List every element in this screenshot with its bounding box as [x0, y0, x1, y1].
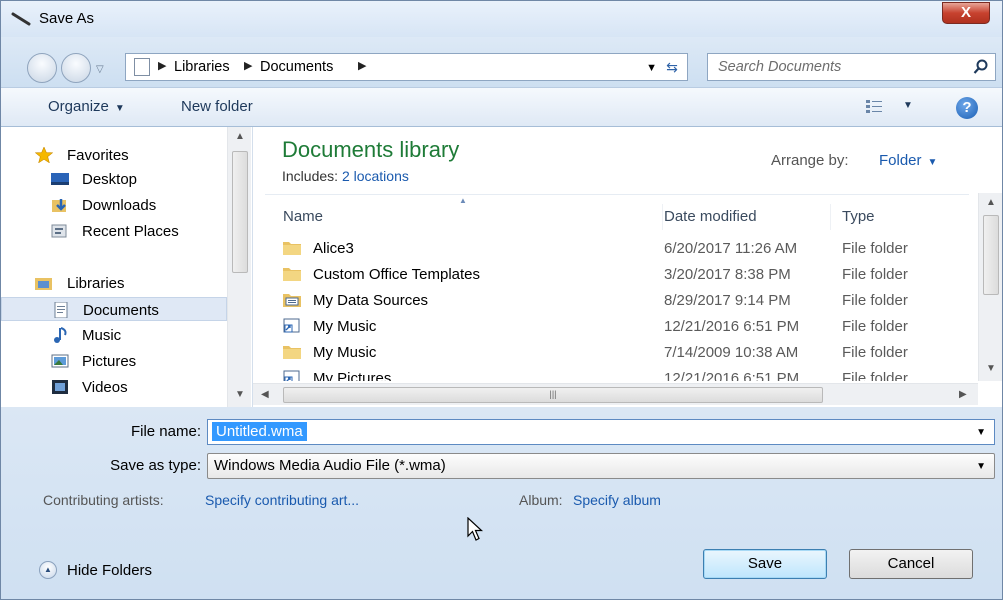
view-options-dropdown-icon[interactable]: ▼: [903, 100, 913, 111]
save-as-type-label: Save as type:: [110, 457, 201, 474]
scroll-up-arrow-icon[interactable]: ▲: [986, 197, 996, 208]
folder-icon: [283, 242, 301, 255]
mouse-cursor-icon: [467, 517, 484, 541]
file-list-pane: Documents library Includes: 2 locations …: [253, 127, 1002, 407]
column-header-type[interactable]: Type: [834, 204, 978, 230]
file-list-vertical-thumb[interactable]: [983, 215, 999, 295]
file-name-value[interactable]: Untitled.wma: [212, 422, 307, 441]
collapse-up-icon: ▲: [39, 561, 57, 579]
nav-libraries[interactable]: Libraries: [1, 271, 227, 295]
libraries-icon: [35, 278, 52, 290]
list-item[interactable]: Custom Office Templates 3/20/2017 8:38 P…: [253, 261, 977, 287]
save-button[interactable]: Save: [703, 549, 827, 579]
library-header-divider: [265, 194, 969, 195]
downloads-folder-icon: [52, 199, 66, 212]
new-folder-button[interactable]: New folder: [181, 98, 253, 115]
recent-places-icon: [51, 224, 67, 238]
desktop-icon: [51, 173, 69, 185]
save-as-type-value: Windows Media Audio File (*.wma): [214, 457, 446, 474]
save-as-type-select[interactable]: Windows Media Audio File (*.wma) ▼: [207, 453, 995, 479]
album-label: Album:: [519, 492, 563, 508]
contributing-artists-field[interactable]: Specify contributing art...: [205, 492, 359, 508]
nav-pictures[interactable]: Pictures: [1, 349, 227, 373]
list-item[interactable]: My Data Sources 8/29/2017 9:14 PM File f…: [253, 287, 977, 313]
navigation-bar: ▽ ▶ Libraries ▶ Documents ▶ ▼ ⇆ Search D…: [1, 37, 1002, 87]
column-header-date-modified[interactable]: Date modified: [656, 204, 831, 230]
list-item[interactable]: My Pictures 12/21/2016 6:51 PM File fold…: [253, 365, 977, 381]
file-list-vertical-scrollbar[interactable]: ▲ ▼: [978, 193, 1002, 381]
contributing-artists-label: Contributing artists:: [43, 492, 164, 508]
nav-downloads[interactable]: Downloads: [1, 193, 227, 217]
cancel-button[interactable]: Cancel: [849, 549, 973, 579]
navigation-pane: Favorites Desktop Downloads Recent Place…: [1, 127, 253, 407]
scroll-down-arrow-icon[interactable]: ▼: [986, 363, 996, 374]
arrange-by-dropdown[interactable]: Folder ▼: [879, 152, 937, 169]
list-item[interactable]: Alice3 6/20/2017 11:26 AM File folder: [253, 235, 977, 261]
scroll-right-arrow-icon[interactable]: ▶: [959, 389, 967, 400]
recent-locations-dropdown[interactable]: ▽: [96, 64, 108, 75]
list-item[interactable]: My Music 12/21/2016 6:51 PM File folder: [253, 313, 977, 339]
scroll-up-arrow-icon[interactable]: ▲: [235, 131, 245, 142]
shortcut-folder-icon: [283, 318, 300, 333]
nav-music[interactable]: Music: [1, 323, 227, 347]
breadcrumb-chevron-icon[interactable]: ▶: [158, 59, 166, 72]
address-dropdown-icon[interactable]: ▼: [646, 62, 657, 74]
refresh-icon[interactable]: ⇆: [661, 57, 683, 77]
folder-icon: [283, 346, 301, 359]
window-title: Save As: [39, 10, 95, 27]
library-includes: Includes: 2 locations: [282, 168, 409, 184]
documents-icon: [54, 302, 68, 318]
close-button[interactable]: X: [942, 2, 990, 24]
nav-desktop[interactable]: Desktop: [1, 167, 227, 191]
search-placeholder[interactable]: Search Documents: [718, 59, 841, 75]
star-icon: [35, 147, 53, 163]
save-as-dialog: Save As X ▽ ▶ Libraries ▶ Documents ▶ ▼ …: [0, 0, 1003, 600]
file-list-horizontal-thumb[interactable]: |||: [283, 387, 823, 403]
nav-videos[interactable]: Videos: [1, 375, 227, 399]
back-button[interactable]: [27, 53, 57, 83]
search-input[interactable]: Search Documents: [707, 53, 996, 81]
breadcrumb-libraries[interactable]: Libraries: [174, 59, 230, 75]
change-view-icon[interactable]: [865, 99, 883, 115]
address-bar[interactable]: ▶ Libraries ▶ Documents ▶ ▼ ⇆: [125, 53, 688, 81]
library-title: Documents library: [282, 137, 460, 162]
save-options-panel: File name: Untitled.wma ▼ Save as type: …: [1, 407, 1002, 599]
search-icon[interactable]: [973, 59, 989, 75]
scroll-down-arrow-icon[interactable]: ▼: [235, 389, 245, 400]
file-name-label: File name:: [130, 423, 201, 440]
scroll-left-arrow-icon[interactable]: ◀: [261, 389, 269, 400]
music-icon: [54, 327, 67, 343]
shortcut-folder-icon: [283, 370, 300, 381]
breadcrumb-chevron-icon[interactable]: ▶: [358, 59, 366, 72]
nav-favorites[interactable]: Favorites: [1, 143, 227, 167]
pen-icon: [11, 12, 31, 26]
nav-recent-places[interactable]: Recent Places: [1, 219, 227, 243]
forward-button[interactable]: [61, 53, 91, 83]
command-toolbar: Organize ▼ New folder ▼ ?: [1, 87, 1002, 127]
album-field[interactable]: Specify album: [573, 492, 661, 508]
file-list-horizontal-scrollbar[interactable]: ◀ ||| ▶: [253, 383, 978, 405]
save-as-type-dropdown-icon[interactable]: ▼: [976, 461, 986, 472]
pictures-icon: [51, 354, 69, 368]
library-location-icon: [134, 58, 150, 76]
navigation-scrollbar[interactable]: ▲ ▼: [227, 127, 251, 407]
breadcrumb-chevron-icon[interactable]: ▶: [244, 59, 252, 72]
arrange-by-label: Arrange by:: [771, 152, 849, 169]
data-sources-folder-icon: [283, 294, 301, 307]
file-name-input[interactable]: Untitled.wma ▼: [207, 419, 995, 445]
locations-link[interactable]: 2 locations: [342, 168, 409, 184]
navigation-scroll-thumb[interactable]: [232, 151, 248, 273]
column-header-name[interactable]: Name: [275, 204, 663, 230]
list-item[interactable]: My Music 7/14/2009 10:38 AM File folder: [253, 339, 977, 365]
breadcrumb-documents[interactable]: Documents: [260, 59, 333, 75]
title-bar: Save As X: [1, 1, 1002, 37]
folder-icon: [283, 268, 301, 281]
videos-icon: [52, 380, 68, 394]
organize-button[interactable]: Organize ▼: [48, 98, 125, 115]
help-icon[interactable]: ?: [956, 97, 978, 119]
nav-documents[interactable]: Documents: [1, 297, 227, 321]
file-name-dropdown-icon[interactable]: ▼: [976, 427, 986, 438]
file-list: Alice3 6/20/2017 11:26 AM File folder Cu…: [253, 231, 977, 381]
